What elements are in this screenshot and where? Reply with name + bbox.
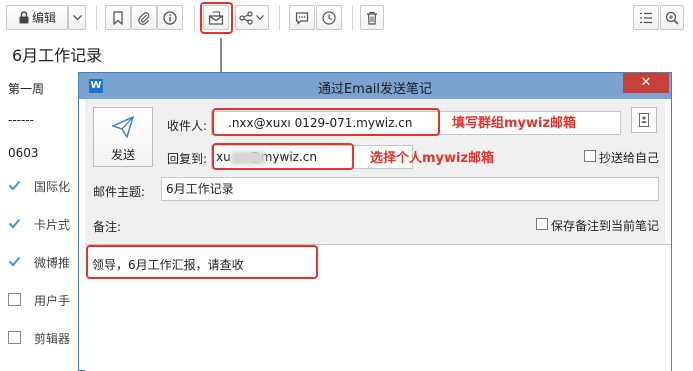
edit-dropdown-button[interactable] [68,5,86,30]
comment-icon [295,11,309,25]
subject-value: 6月工作记录 [166,182,234,196]
edit-label: 编辑 [31,11,56,25]
note-line: ------ [8,113,34,127]
clock-icon [322,10,336,25]
share-icon [239,10,253,25]
dialog-titlebar: W 通过Email发送笔记 ✕ [79,73,671,99]
task-label: 卡片式 [34,218,71,232]
remark-label: 备注: [93,220,122,234]
send-button[interactable]: 发送 [93,107,153,167]
task-checkbox-checked[interactable] [8,255,21,268]
toolbar-divider [194,5,195,30]
zoom-button[interactable] [660,5,684,30]
toolbar-divider [279,5,280,30]
screen: 编辑 6月工作记录 第一周 ------ 0603 国际化 卡片式 微博推 用户… [0,0,693,371]
attachment-button[interactable] [131,5,157,30]
subject-label: 邮件主题: [93,185,146,199]
email-button-highlight [200,2,233,34]
comment-button[interactable] [289,5,315,30]
task-checkbox-checked[interactable] [8,179,21,192]
task-label: 微博推 [34,256,71,270]
info-button[interactable] [157,5,183,30]
task-checkbox[interactable] [8,331,21,344]
recipient-highlight [212,108,440,136]
share-button[interactable] [235,5,269,30]
note-toolbar: 编辑 [0,0,693,36]
chevron-down-icon [256,15,264,20]
close-button[interactable]: ✕ [623,73,669,93]
subject-input[interactable]: 6月工作记录 [161,177,659,201]
history-button[interactable] [316,5,342,30]
reply-to-highlight [212,143,354,170]
zoom-icon [665,11,679,25]
save-remark-checkbox[interactable] [536,218,548,230]
outline-icon [640,12,652,23]
note-line: 第一周 [8,82,45,96]
task-checkbox-checked[interactable] [8,217,21,230]
edit-button[interactable]: 编辑 [6,5,68,30]
toolbar-divider [96,5,97,30]
cc-self-checkbox[interactable] [584,150,596,162]
paper-plane-icon [112,116,134,138]
bookmark-button[interactable] [105,5,131,30]
paperclip-icon [138,11,150,25]
chevron-down-icon [72,14,82,20]
delete-button[interactable] [360,5,384,30]
recipient-hint: 填写群组mywiz邮箱 [452,116,577,131]
bookmark-icon [113,10,123,25]
task-checkbox[interactable] [8,293,21,306]
outline-button[interactable] [633,5,659,30]
toolbar-divider [352,5,353,30]
task-label: 国际化 [34,180,71,194]
recipient-label: 收件人: [167,119,208,133]
lock-icon [19,11,29,24]
trash-icon [367,11,377,25]
dialog-title: 通过Email发送笔记 [317,82,433,97]
message-highlight [86,245,318,279]
note-title: 6月工作记录 [12,46,103,65]
info-icon [163,10,177,25]
note-line: 0603 [8,146,39,160]
task-label: 剪辑器 [34,332,71,346]
send-label: 发送 [110,148,135,162]
reply-to-hint: 选择个人mywiz邮箱 [370,151,495,166]
reply-to-label: 回复到: [167,152,208,166]
cc-self-label: 抄送给自己 [599,151,660,165]
address-book-icon [639,113,649,127]
task-label: 用户手 [34,294,71,308]
save-remark-label: 保存备注到当前笔记 [551,219,660,233]
address-book-button[interactable] [631,107,657,133]
